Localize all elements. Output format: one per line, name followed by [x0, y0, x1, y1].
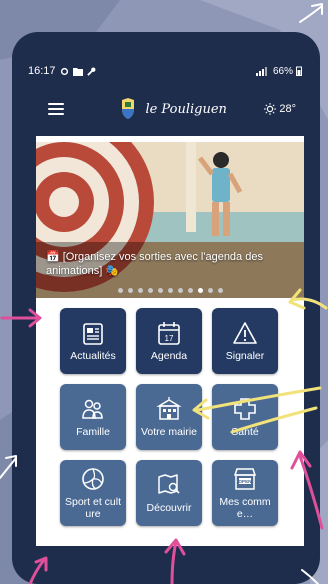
brand: le Pouliguen: [82, 98, 264, 120]
settings-icon: [60, 67, 68, 75]
tile-label: Découvrir: [146, 502, 192, 514]
carousel-dot[interactable]: [167, 288, 173, 293]
sun-icon: [264, 103, 277, 115]
battery-percent: 66%: [272, 65, 293, 77]
tile-label: Santé: [231, 426, 259, 438]
family-icon: [82, 399, 103, 419]
battery-icon: [296, 66, 302, 76]
tile-warning-triangle[interactable]: Signaler: [212, 308, 278, 374]
signal-icon: [255, 66, 267, 76]
carousel-caption: 📅 [Organisez vos sorties avec l'agenda d…: [46, 251, 263, 277]
tile-volleyball[interactable]: Sport et culture: [60, 460, 126, 526]
tile-family[interactable]: Famille: [60, 384, 126, 450]
news-carousel[interactable]: 📅 [Organisez vos sorties avec l'agenda d…: [36, 142, 304, 298]
status-bar: 16:17 66%: [28, 62, 302, 80]
wrench-icon: [86, 67, 95, 76]
folder-icon: [72, 67, 83, 76]
shortcut-grid: Actualités 17 Agenda Signaler Famille Votre m…: [60, 308, 284, 526]
main-content: 📅 [Organisez vos sorties avec l'agenda d…: [36, 136, 304, 546]
shop-open-icon: OPEN: [233, 468, 257, 490]
app-title: le Pouliguen: [145, 101, 227, 117]
tile-health[interactable]: Santé: [212, 384, 278, 450]
coat-of-arms-icon: [122, 98, 135, 119]
tile-label: Famille: [76, 426, 110, 438]
warning-triangle-icon: [233, 322, 257, 344]
calendar-17-icon: 17: [158, 322, 180, 345]
tile-label: Agenda: [150, 350, 188, 362]
carousel-dot[interactable]: [137, 288, 143, 293]
app-bar: le Pouliguen 28°: [34, 88, 304, 130]
newspaper-icon: [83, 323, 103, 345]
svg-text:17: 17: [165, 334, 174, 343]
carousel-dot[interactable]: [127, 288, 133, 293]
tile-shop-open[interactable]: OPEN Mes comme…: [212, 460, 278, 526]
health-icon: [234, 398, 256, 420]
tile-label: Sport et culture: [64, 496, 122, 520]
tile-label: Signaler: [225, 350, 265, 362]
carousel-dot[interactable]: [177, 288, 183, 293]
tile-town-hall[interactable]: Votre mairie: [136, 384, 202, 450]
carousel-dot[interactable]: [157, 288, 163, 293]
carousel-dot[interactable]: [117, 288, 123, 293]
temperature: 28°: [279, 103, 296, 115]
carousel-dot[interactable]: [197, 288, 203, 293]
tile-map-search[interactable]: Découvrir: [136, 460, 202, 526]
weather-widget[interactable]: 28°: [264, 103, 296, 115]
town-hall-icon: [156, 397, 182, 420]
volleyball-icon: [82, 468, 104, 490]
carousel-indicator: [36, 288, 304, 293]
tile-calendar-17[interactable]: 17 Agenda: [136, 308, 202, 374]
carousel-dot[interactable]: [147, 288, 153, 293]
hamburger-menu-icon[interactable]: [48, 103, 64, 115]
carousel-dot[interactable]: [187, 288, 193, 293]
map-search-icon: [158, 474, 180, 494]
tile-label: Mes comme…: [219, 496, 271, 520]
tile-label: Votre mairie: [140, 426, 198, 438]
tile-newspaper[interactable]: Actualités: [60, 308, 126, 374]
svg-text:OPEN: OPEN: [238, 479, 252, 484]
clock: 16:17: [28, 65, 56, 77]
tile-label: Actualités: [70, 350, 116, 362]
carousel-dot[interactable]: [217, 288, 223, 293]
carousel-dot[interactable]: [207, 288, 213, 293]
